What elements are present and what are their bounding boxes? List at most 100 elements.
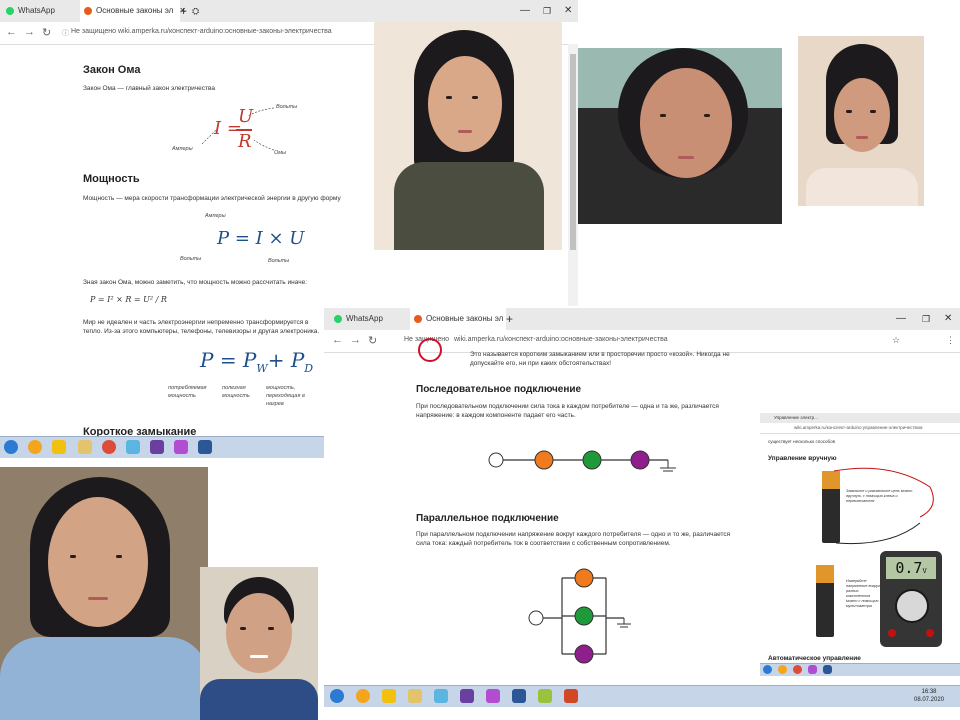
app-icon[interactable] — [808, 665, 817, 674]
menu-icon[interactable]: ⋮ — [946, 335, 955, 346]
shirt — [200, 679, 318, 720]
tab-bar-2: WhatsApp Основные законы эл + — ❐ ✕ — [324, 308, 960, 330]
eye — [704, 114, 710, 117]
address-bar-3: wiki.amperka.ru/конспект-arduino:управле… — [760, 423, 960, 434]
browser-window-third: Управление электр... wiki.amperka.ru/кон… — [760, 413, 960, 675]
app-icon-4[interactable] — [486, 689, 500, 703]
power-text: Мощность — мера скорости трансформации э… — [83, 195, 341, 202]
label-volts-3: Вольты — [268, 258, 290, 264]
forward-icon[interactable]: → — [350, 334, 361, 346]
label-lost: мощность, переходящая в нагрев — [266, 385, 305, 407]
face — [226, 593, 292, 673]
multimeter: 0.7V — [880, 551, 942, 647]
minimize-icon[interactable]: — — [520, 0, 530, 22]
page-favicon — [84, 6, 92, 15]
minimize-icon[interactable]: — — [896, 308, 906, 330]
app-icon-3[interactable] — [460, 689, 474, 703]
url-input[interactable]: wiki.amperka.ru/конспект-arduino:основны… — [454, 336, 668, 343]
chrome-icon[interactable] — [102, 440, 116, 454]
eye — [870, 110, 876, 113]
label-volts-2: Вольты — [180, 256, 202, 262]
folder-icon[interactable] — [408, 689, 422, 703]
eye — [846, 110, 852, 113]
app-icon-3[interactable] — [174, 440, 188, 454]
purple-load — [630, 450, 650, 470]
mouth — [250, 655, 268, 658]
back-icon[interactable]: ← — [332, 334, 343, 346]
url-input[interactable]: wiki.amperka.ru/конспект-arduino:управле… — [794, 425, 922, 430]
close-window-icon[interactable]: ✕ — [944, 308, 952, 330]
webcam-tile-1 — [374, 22, 562, 250]
eye — [240, 627, 246, 630]
star-icon[interactable]: ☆ — [892, 335, 900, 346]
app-icon[interactable] — [382, 689, 396, 703]
scrollbar-thumb[interactable] — [570, 54, 576, 250]
tab-active-2[interactable]: Основные законы эл — [410, 308, 506, 330]
browser-icon[interactable] — [356, 689, 370, 703]
shirt — [806, 168, 918, 206]
forward-icon[interactable]: → — [24, 26, 35, 38]
start-icon[interactable] — [4, 440, 18, 454]
label-consumed: потребляемая мощность — [168, 385, 207, 399]
browser3-text: существует несколько способов — [768, 439, 835, 444]
parallel-circuit-diagram — [528, 568, 631, 664]
power-title: Мощность — [83, 173, 140, 185]
short-circuit-text: Это называется коротким замыканием или в… — [470, 351, 730, 367]
app-icon[interactable] — [52, 440, 66, 454]
word-icon[interactable] — [512, 689, 526, 703]
webcam-tile-2 — [578, 48, 782, 224]
tab-whatsapp[interactable]: WhatsApp — [6, 0, 76, 22]
incognito-icon[interactable]: ⛭ — [192, 0, 199, 22]
tab-active[interactable]: Основные законы эл ✕ — [80, 0, 186, 22]
media-icon[interactable] — [150, 440, 164, 454]
whatsapp-icon — [334, 314, 342, 323]
new-tab-icon[interactable]: + — [506, 308, 513, 330]
note-2: Измеряйте напряжение вокруг разных компо… — [846, 579, 880, 608]
start-icon[interactable] — [330, 689, 344, 703]
meter-jack — [888, 629, 896, 637]
power-text-3: Мир не идеален и часть электроэнергии не… — [83, 319, 320, 335]
new-tab-icon[interactable]: + — [180, 0, 187, 22]
start-icon[interactable] — [763, 665, 772, 674]
url-input[interactable]: wiki.amperka.ru/конспект-arduino:основны… — [118, 28, 332, 35]
browser-icon[interactable] — [28, 440, 42, 454]
page-favicon — [414, 314, 422, 323]
label-amperes-2: Амперы — [205, 213, 226, 219]
maximize-icon[interactable]: ❐ — [543, 0, 551, 22]
mouth — [856, 136, 868, 139]
folder-icon[interactable] — [78, 440, 92, 454]
word-icon[interactable] — [823, 665, 832, 674]
reload-icon[interactable]: ↻ — [42, 26, 51, 39]
tab-active-3[interactable]: Управление электр... — [774, 413, 818, 423]
tab-whatsapp-2[interactable]: WhatsApp — [334, 308, 404, 330]
ohm-text: Закон Ома — главный закон электричества — [83, 85, 215, 92]
face — [428, 56, 502, 152]
parallel-title: Параллельное подключение — [416, 513, 559, 524]
app-icon-2[interactable] — [434, 689, 448, 703]
chrome-icon[interactable] — [793, 665, 802, 674]
reload-icon[interactable]: ↻ — [368, 334, 377, 347]
word-icon[interactable] — [198, 440, 212, 454]
manual-control-title: Управление вручную — [768, 455, 837, 462]
tab-bar: WhatsApp Основные законы эл ✕ + ⛭ — ❐ ✕ — [0, 0, 578, 22]
no-short-circuit-icon — [418, 338, 442, 362]
eye — [268, 627, 274, 630]
app-icon-2[interactable] — [126, 440, 140, 454]
scrollbar[interactable] — [568, 44, 578, 306]
webcam-tile-4 — [0, 467, 208, 720]
browser-icon[interactable] — [778, 665, 787, 674]
close-window-icon[interactable]: ✕ — [564, 0, 572, 22]
meter-dial[interactable] — [895, 589, 929, 623]
paint-icon[interactable] — [538, 689, 552, 703]
taskbar-2: 16:38 08.07.2020 — [324, 685, 960, 707]
clock[interactable]: 16:38 08.07.2020 — [914, 688, 944, 704]
tab-bar-3: Управление электр... — [760, 413, 960, 423]
eye — [116, 555, 122, 558]
powerpoint-icon[interactable] — [564, 689, 578, 703]
back-icon[interactable]: ← — [6, 26, 17, 38]
eye — [660, 114, 666, 117]
mouth — [458, 130, 472, 133]
maximize-icon[interactable]: ❐ — [922, 308, 930, 330]
ohm-title: Закон Ома — [83, 64, 141, 76]
webcam-tile-5 — [200, 567, 318, 720]
